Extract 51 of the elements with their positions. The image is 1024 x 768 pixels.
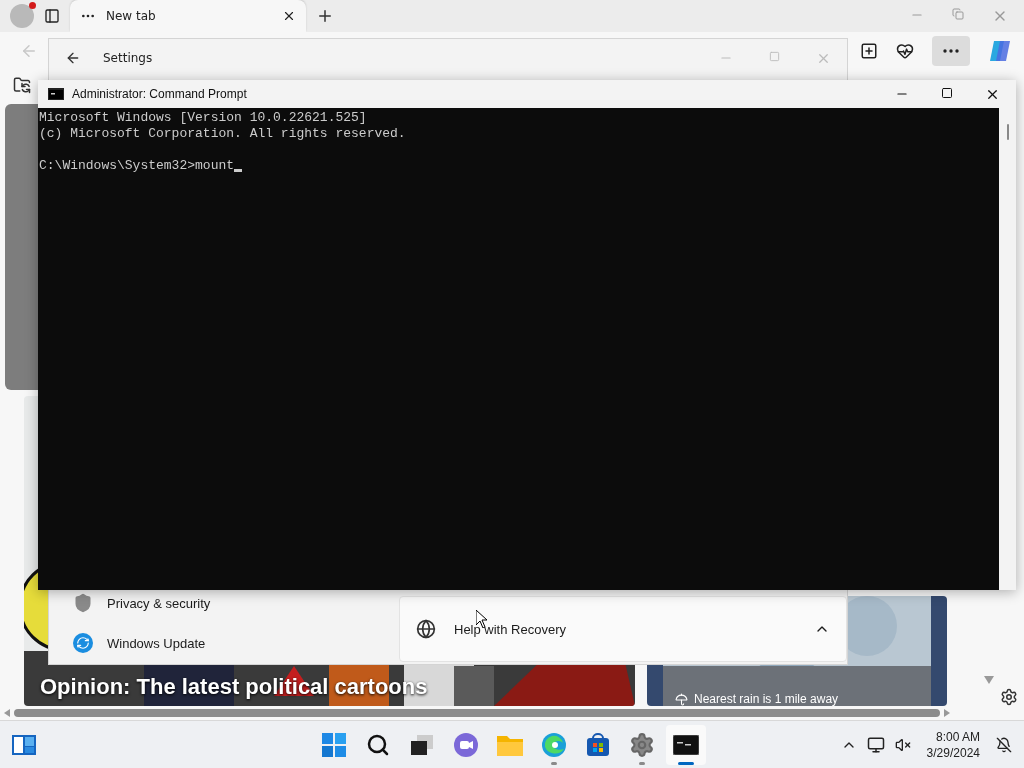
collections-icon[interactable]	[860, 42, 878, 60]
running-indicator	[639, 762, 645, 765]
browser-logo-icon[interactable]	[541, 732, 567, 758]
browser-tab[interactable]: New tab	[70, 0, 306, 32]
running-indicator	[551, 762, 557, 765]
scrollbar-thumb[interactable]	[1006, 124, 1009, 140]
console-line: Microsoft Windows [Version 10.0.22621.525]	[39, 110, 368, 126]
volume-muted-icon[interactable]	[894, 736, 911, 753]
window-title: Administrator: Command Prompt	[72, 87, 247, 101]
text-cursor	[234, 169, 243, 172]
nav-item[interactable]: Windows Update	[73, 630, 399, 656]
clock[interactable]: 8:00 AM 3/29/2024	[926, 728, 980, 761]
running-indicator	[678, 762, 694, 765]
scrollbar-thumb[interactable]	[14, 709, 940, 717]
console-prompt: C:\Windows\System32>mount	[39, 158, 235, 174]
settings-panel[interactable]: Help with Recovery	[399, 596, 847, 662]
console-icon	[48, 88, 64, 100]
weather-caption: Nearest rain is 1 mile away	[694, 692, 839, 706]
sidebar-icon[interactable]	[44, 8, 60, 24]
profile-avatar[interactable]	[10, 4, 34, 28]
video-chat-icon[interactable]	[453, 732, 479, 758]
search-icon[interactable]	[366, 733, 390, 757]
umbrella-icon	[675, 692, 688, 706]
widgets-icon[interactable]	[12, 734, 36, 755]
close-icon[interactable]	[282, 9, 296, 23]
panel-label: Help with Recovery	[454, 621, 567, 637]
window-title: Settings	[103, 51, 153, 65]
scroll-down-arrow-icon[interactable]	[984, 676, 994, 684]
terminal-icon[interactable]	[673, 735, 699, 755]
scroll-left-arrow-icon[interactable]	[4, 709, 10, 717]
store-bag-icon[interactable]	[586, 733, 610, 757]
nav-item[interactable]: Privacy & security	[73, 590, 399, 616]
shield-icon	[73, 593, 93, 613]
task-view-icon[interactable]	[411, 735, 433, 755]
new-tab-icon[interactable]	[316, 7, 334, 25]
settings-icon[interactable]	[1000, 688, 1018, 706]
maximize-icon[interactable]	[941, 86, 953, 99]
more-icon	[943, 49, 959, 53]
notification-bell-icon[interactable]	[996, 736, 1012, 753]
heart-pulse-icon[interactable]	[896, 42, 914, 60]
console-line: (c) Microsoft Corporation. All rights reserved.	[39, 126, 407, 142]
more-button[interactable]	[932, 36, 970, 66]
folder-sync-icon[interactable]	[13, 76, 31, 94]
back-icon[interactable]	[65, 50, 81, 66]
network-icon[interactable]	[866, 735, 885, 754]
refresh-icon	[73, 633, 93, 653]
windows-logo-icon[interactable]	[322, 733, 346, 757]
gear-icon[interactable]	[629, 732, 655, 758]
copilot-logo-icon[interactable]	[988, 39, 1012, 63]
globe-search-icon	[416, 619, 436, 639]
scroll-right-arrow-icon[interactable]	[944, 709, 950, 717]
